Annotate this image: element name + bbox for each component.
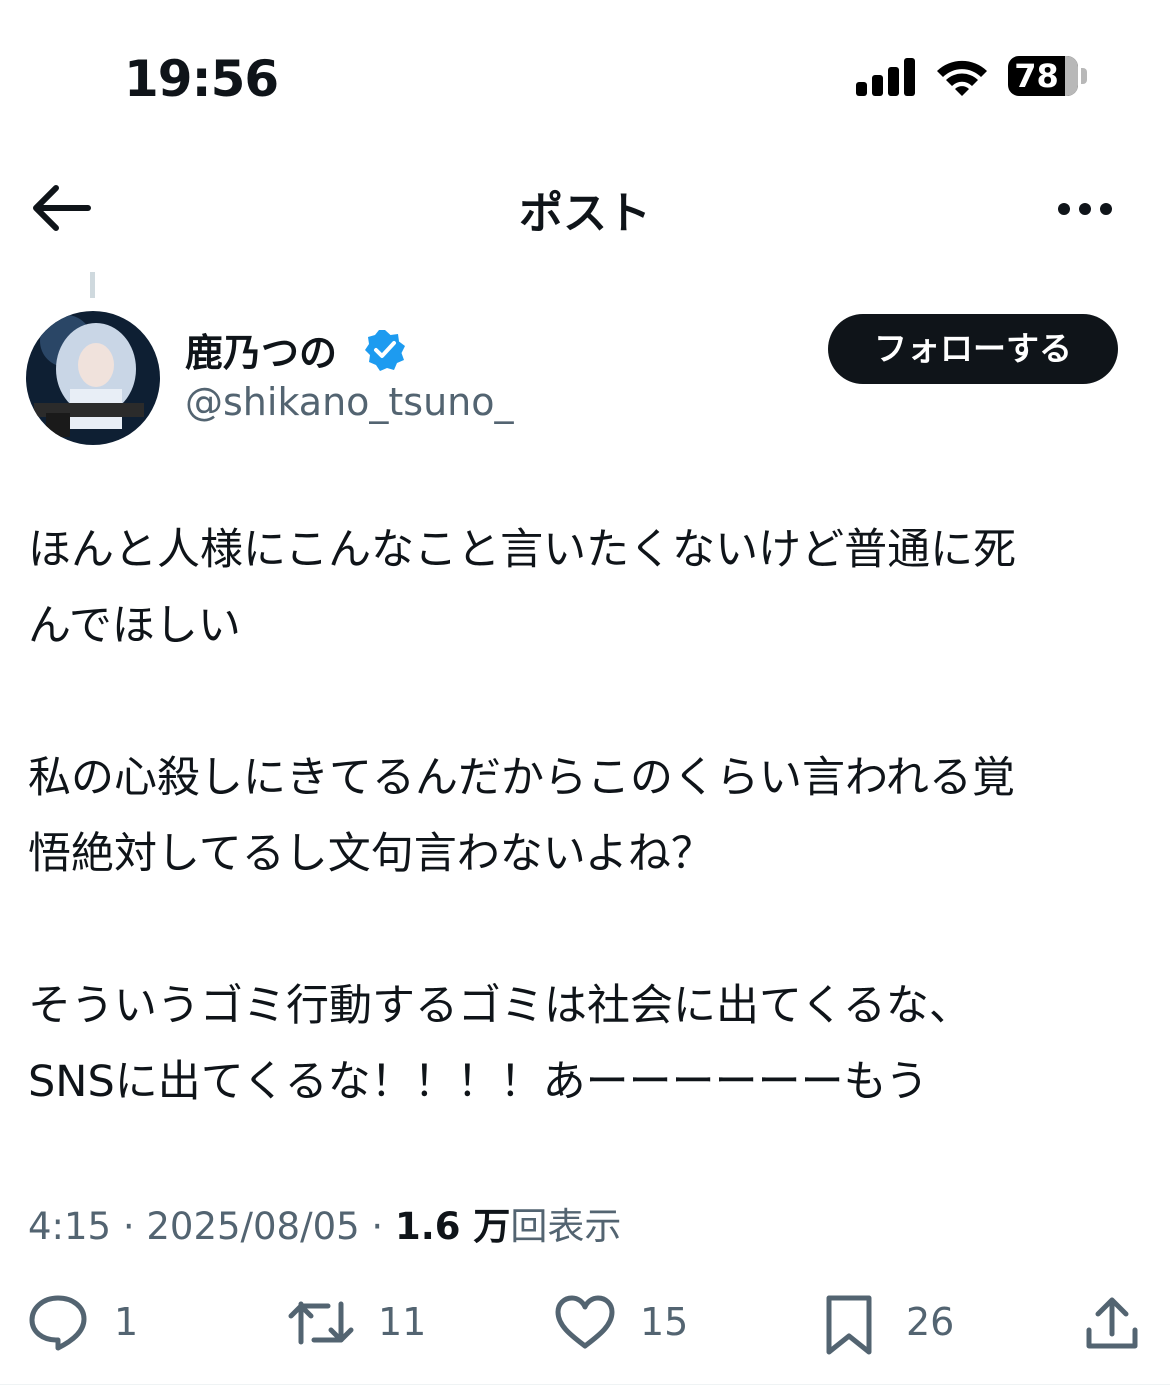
- bookmark-icon: [826, 1295, 872, 1355]
- separator-dot: ·: [122, 1205, 147, 1248]
- views-count: 1.6 万: [394, 1205, 511, 1248]
- views-label: 回表示: [510, 1205, 622, 1248]
- like-button[interactable]: 15: [554, 1288, 694, 1358]
- post-paragraph: そういうゴミ行動するゴミは社会に出てくるな、 SNSに出てくるな！！！！あーーー…: [28, 981, 972, 1107]
- nav-bar: ポスト: [0, 165, 1170, 255]
- bookmark-count: 26: [906, 1300, 955, 1344]
- repost-count: 11: [378, 1300, 427, 1344]
- share-button[interactable]: [1084, 1288, 1144, 1358]
- battery-icon: 78: [1008, 56, 1078, 96]
- action-bar: 1 11 15 26: [0, 1288, 1170, 1358]
- page-title: ポスト: [519, 188, 651, 239]
- share-icon: [1086, 1297, 1138, 1349]
- battery-level: 78: [1014, 57, 1059, 95]
- repost-icon: [288, 1301, 354, 1345]
- reply-icon: [29, 1295, 87, 1351]
- battery-tip: [1081, 68, 1087, 84]
- status-time: 19:56: [124, 50, 279, 108]
- post-time[interactable]: 4:15: [28, 1205, 111, 1248]
- separator-dot: ·: [371, 1205, 395, 1248]
- thread-connector-line: [90, 272, 95, 298]
- like-count: 15: [640, 1300, 689, 1344]
- post-meta: 4:15 · 2025/08/05 · 1.6 万回表示: [28, 1196, 621, 1250]
- heart-icon: [555, 1295, 615, 1349]
- more-options-icon[interactable]: [1055, 189, 1115, 229]
- avatar[interactable]: [26, 311, 160, 445]
- post-paragraph: ほんと人様にこんなこと言いたくないけど普通に死 んでほしい: [28, 525, 1017, 651]
- reply-count: 1: [114, 1300, 139, 1344]
- reply-button[interactable]: 1: [28, 1288, 148, 1358]
- post-paragraph: 私の心殺しにきてるんだからこのくらい言われる覚 悟絶対してるし文句言わないよね？: [28, 753, 1015, 879]
- verified-badge-icon: [365, 330, 405, 371]
- divider: [0, 1384, 1170, 1385]
- bookmark-button[interactable]: 26: [824, 1288, 964, 1358]
- post-text: ほんと人様にこんなこと言いたくないけど普通に死 んでほしい 私の心殺しにきてるん…: [28, 512, 1148, 1120]
- post-date[interactable]: 2025/08/05: [146, 1205, 359, 1248]
- follow-button[interactable]: フォローする: [828, 314, 1118, 384]
- author-display-name[interactable]: 鹿乃つの: [185, 322, 337, 377]
- status-bar: 19:56 78: [0, 0, 1170, 150]
- author-handle[interactable]: @shikano_tsuno_: [185, 380, 514, 424]
- wifi-icon: [937, 60, 987, 96]
- cellular-signal-icon: [856, 58, 916, 96]
- repost-button[interactable]: 11: [288, 1288, 428, 1358]
